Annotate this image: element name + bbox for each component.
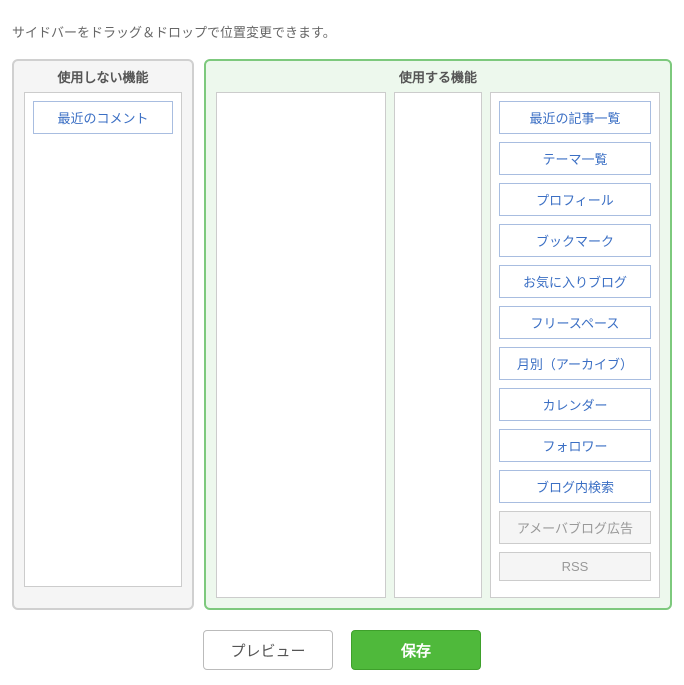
panels-container: 使用しない機能 最近のコメント 使用する機能 最近の記事一覧 テーマ一覧 プロフ… bbox=[12, 59, 672, 610]
widget-monthly-archive[interactable]: 月別（アーカイブ） bbox=[499, 347, 651, 380]
preview-button[interactable]: プレビュー bbox=[203, 630, 333, 670]
used-drop-column-left[interactable] bbox=[216, 92, 386, 598]
widget-followers[interactable]: フォロワー bbox=[499, 429, 651, 462]
used-panel-title: 使用する機能 bbox=[206, 61, 670, 92]
widget-bookmark[interactable]: ブックマーク bbox=[499, 224, 651, 257]
widget-blog-search[interactable]: ブログ内検索 bbox=[499, 470, 651, 503]
widget-ameba-ads: アメーバブログ広告 bbox=[499, 511, 651, 544]
unused-panel-body: 最近のコメント bbox=[14, 92, 192, 597]
unused-panel: 使用しない機能 最近のコメント bbox=[12, 59, 194, 610]
widget-favorite-blogs[interactable]: お気に入りブログ bbox=[499, 265, 651, 298]
widget-calendar[interactable]: カレンダー bbox=[499, 388, 651, 421]
widget-recent-comments[interactable]: 最近のコメント bbox=[33, 101, 173, 134]
used-drop-column-right[interactable]: 最近の記事一覧 テーマ一覧 プロフィール ブックマーク お気に入りブログ フリー… bbox=[490, 92, 660, 598]
instruction-text: サイドバーをドラッグ＆ドロップで位置変更できます。 bbox=[12, 22, 672, 41]
used-drop-column-middle[interactable] bbox=[394, 92, 482, 598]
widget-theme-list[interactable]: テーマ一覧 bbox=[499, 142, 651, 175]
widget-recent-articles[interactable]: 最近の記事一覧 bbox=[499, 101, 651, 134]
widget-rss: RSS bbox=[499, 552, 651, 581]
widget-free-space[interactable]: フリースペース bbox=[499, 306, 651, 339]
save-button[interactable]: 保存 bbox=[351, 630, 481, 670]
widget-profile[interactable]: プロフィール bbox=[499, 183, 651, 216]
button-row: プレビュー 保存 bbox=[12, 630, 672, 670]
unused-panel-title: 使用しない機能 bbox=[14, 61, 192, 92]
unused-drop-column[interactable]: 最近のコメント bbox=[24, 92, 182, 587]
used-panel: 使用する機能 最近の記事一覧 テーマ一覧 プロフィール ブックマーク お気に入り… bbox=[204, 59, 672, 610]
used-panel-body: 最近の記事一覧 テーマ一覧 プロフィール ブックマーク お気に入りブログ フリー… bbox=[206, 92, 670, 608]
